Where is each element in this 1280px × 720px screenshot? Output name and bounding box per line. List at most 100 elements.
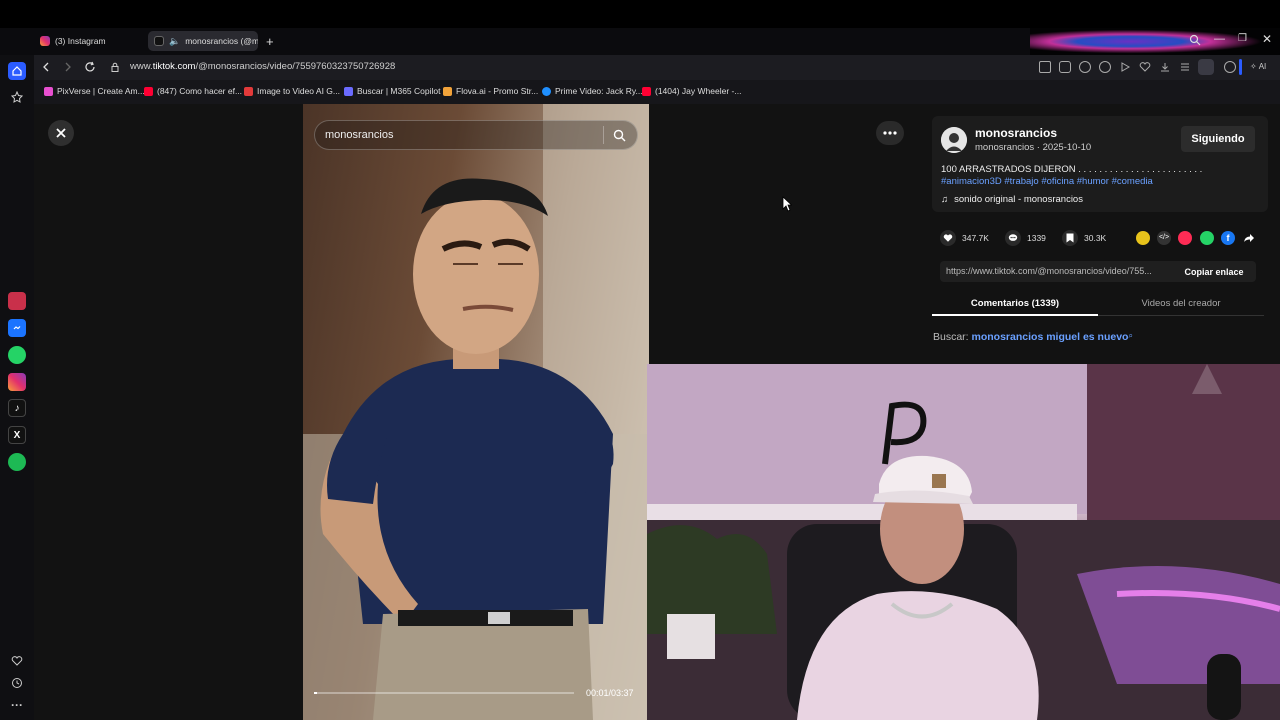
address-toolbar: www.tiktok.com/@monosrancios/video/75597… bbox=[34, 55, 1280, 80]
mosaic-app-icon[interactable] bbox=[8, 292, 26, 310]
menu-lines-icon[interactable] bbox=[1179, 61, 1191, 73]
bookmark-item[interactable]: Prime Video: Jack Ry... bbox=[542, 86, 643, 96]
history-clock-icon[interactable] bbox=[8, 674, 26, 692]
tab-tiktok[interactable]: 🔈 monosrancios (@mon bbox=[148, 31, 258, 51]
speaker-icon[interactable]: 🔈 bbox=[169, 36, 180, 47]
tab-instagram[interactable]: (3) Instagram bbox=[34, 31, 144, 51]
lock-icon[interactable] bbox=[109, 61, 121, 73]
download-icon[interactable] bbox=[1159, 61, 1171, 73]
whatsapp-share-icon[interactable] bbox=[1200, 231, 1214, 245]
maximize-button[interactable]: ❐ bbox=[1238, 33, 1247, 44]
camera-icon[interactable] bbox=[1059, 61, 1071, 73]
share-arrow-icon[interactable] bbox=[1243, 232, 1255, 244]
copy-link-button[interactable]: Copiar enlace bbox=[1174, 261, 1254, 282]
like-button[interactable]: 347.7K bbox=[940, 230, 989, 246]
edit-icon[interactable] bbox=[1039, 61, 1051, 73]
suggestion-query: monosrancios miguel es nuevo bbox=[971, 331, 1129, 343]
whatsapp-icon[interactable] bbox=[8, 346, 26, 364]
tiktok-icon[interactable]: ♪ bbox=[8, 399, 26, 417]
bookmark-label: (847) Como hacer ef... bbox=[157, 86, 243, 96]
forward-icon[interactable] bbox=[62, 61, 74, 73]
reload-icon[interactable] bbox=[84, 61, 96, 73]
webcam-overlay bbox=[647, 364, 1280, 720]
bookmark-item[interactable]: Flova.ai - Promo Str... bbox=[443, 86, 538, 96]
profile-icon[interactable] bbox=[1198, 59, 1214, 75]
bookmarks-bar: PixVerse | Create Am... (847) Como hacer… bbox=[34, 80, 1280, 104]
x-twitter-icon[interactable]: X bbox=[8, 426, 26, 444]
hashtag-link[interactable]: #comedia bbox=[1112, 176, 1153, 187]
bookmark-item[interactable]: (847) Como hacer ef... bbox=[144, 86, 242, 96]
more-dots-icon bbox=[883, 131, 897, 135]
minimize-button[interactable]: — bbox=[1214, 33, 1225, 45]
search-icon[interactable] bbox=[613, 129, 626, 142]
tab-comments[interactable]: Comentarios (1339) bbox=[932, 292, 1098, 316]
url-field[interactable]: www.tiktok.com/@monosrancios/video/75597… bbox=[130, 61, 395, 72]
new-tab-button[interactable]: + bbox=[262, 31, 280, 51]
image-to-video-icon bbox=[244, 86, 253, 96]
instagram-icon[interactable] bbox=[8, 373, 26, 391]
star-icon[interactable] bbox=[8, 88, 26, 106]
tab-label: monosrancios (@mon bbox=[185, 36, 258, 46]
tab-creator-videos[interactable]: Videos del creador bbox=[1098, 292, 1264, 316]
music-note-icon: ♫ bbox=[941, 194, 949, 205]
bookmark-item[interactable]: Buscar | M365 Copilot bbox=[344, 86, 440, 96]
video-description: 100 ARRASTRADOS DIJERON . . . . . . . . … bbox=[941, 164, 1256, 188]
bookmark-label: (1404) Jay Wheeler -... bbox=[655, 86, 742, 96]
heart-icon bbox=[940, 230, 956, 246]
bookmark-label: Prime Video: Jack Ry... bbox=[555, 86, 643, 96]
search-tabs-icon[interactable] bbox=[1189, 34, 1201, 46]
ai-spark-icon: ✧ bbox=[1250, 62, 1257, 71]
creator-username[interactable]: monosrancios bbox=[975, 126, 1057, 140]
sidebar-toggle-icon[interactable] bbox=[1239, 59, 1242, 75]
saves-count: 30.3K bbox=[1084, 233, 1107, 243]
more-dots-icon[interactable]: ··· bbox=[8, 696, 26, 714]
hashtag-link[interactable]: #trabajo bbox=[1004, 176, 1038, 187]
spotify-icon[interactable] bbox=[8, 453, 26, 471]
messenger-icon[interactable] bbox=[8, 319, 26, 337]
likes-count: 347.7K bbox=[962, 233, 989, 243]
video-search-input[interactable]: monosrancios bbox=[314, 120, 638, 150]
video-time: 00:01/03:37 bbox=[586, 688, 634, 698]
pixverse-icon bbox=[44, 86, 53, 96]
embed-code-icon[interactable]: </> bbox=[1157, 231, 1171, 245]
close-icon bbox=[56, 128, 66, 138]
extensions-icon[interactable] bbox=[1224, 61, 1236, 73]
following-button[interactable]: Siguiendo bbox=[1181, 126, 1255, 152]
save-button[interactable]: 30.3K bbox=[1062, 230, 1106, 246]
hashtag-link[interactable]: #oficina bbox=[1041, 176, 1074, 187]
copilot-icon bbox=[344, 86, 353, 96]
coin-icon[interactable] bbox=[1136, 231, 1150, 245]
aria-ai-button[interactable]: ✧ AI bbox=[1250, 62, 1266, 71]
favorite-heart-icon[interactable] bbox=[1139, 61, 1151, 73]
send-to-friends-icon[interactable] bbox=[1178, 231, 1192, 245]
avatar[interactable] bbox=[941, 127, 967, 153]
shield-icon[interactable] bbox=[1079, 61, 1091, 73]
close-window-button[interactable]: ✕ bbox=[1262, 32, 1272, 46]
bookmark-item[interactable]: Image to Video AI G... bbox=[244, 86, 340, 96]
video-player[interactable] bbox=[303, 104, 649, 720]
bookmark-item[interactable]: (1404) Jay Wheeler -... bbox=[642, 86, 741, 96]
video-progress-bar[interactable] bbox=[314, 692, 574, 694]
comment-button[interactable]: 1339 bbox=[1005, 230, 1046, 246]
bookmark-item[interactable]: PixVerse | Create Am... bbox=[44, 86, 145, 96]
url-path: /@monosrancios/video/7559760323750726928 bbox=[195, 61, 396, 72]
comments-count: 1339 bbox=[1027, 233, 1046, 243]
back-icon[interactable] bbox=[40, 61, 52, 73]
search-suggestion[interactable]: Buscar: monosrancios miguel es nuevo⌕ bbox=[933, 331, 1133, 343]
heart-icon[interactable] bbox=[8, 652, 26, 670]
facebook-share-icon[interactable]: f bbox=[1221, 231, 1235, 245]
bookmark-icon bbox=[1062, 230, 1078, 246]
play-icon[interactable] bbox=[1119, 61, 1131, 73]
hashtag-link[interactable]: #animacion3D bbox=[941, 176, 1002, 187]
url-prefix: www. bbox=[130, 61, 153, 72]
more-options-button[interactable] bbox=[876, 121, 904, 145]
close-video-button[interactable] bbox=[48, 120, 74, 146]
comment-icon bbox=[1005, 230, 1021, 246]
hashtag-link[interactable]: #humor bbox=[1077, 176, 1109, 187]
home-icon[interactable] bbox=[8, 62, 26, 80]
ai-label: AI bbox=[1258, 62, 1267, 71]
sound-link[interactable]: ♫ sonido original - monosrancios bbox=[941, 194, 1083, 205]
bookmark-label: Image to Video AI G... bbox=[257, 86, 341, 96]
mouse-cursor-icon bbox=[782, 196, 792, 212]
vpn-icon[interactable] bbox=[1099, 61, 1111, 73]
